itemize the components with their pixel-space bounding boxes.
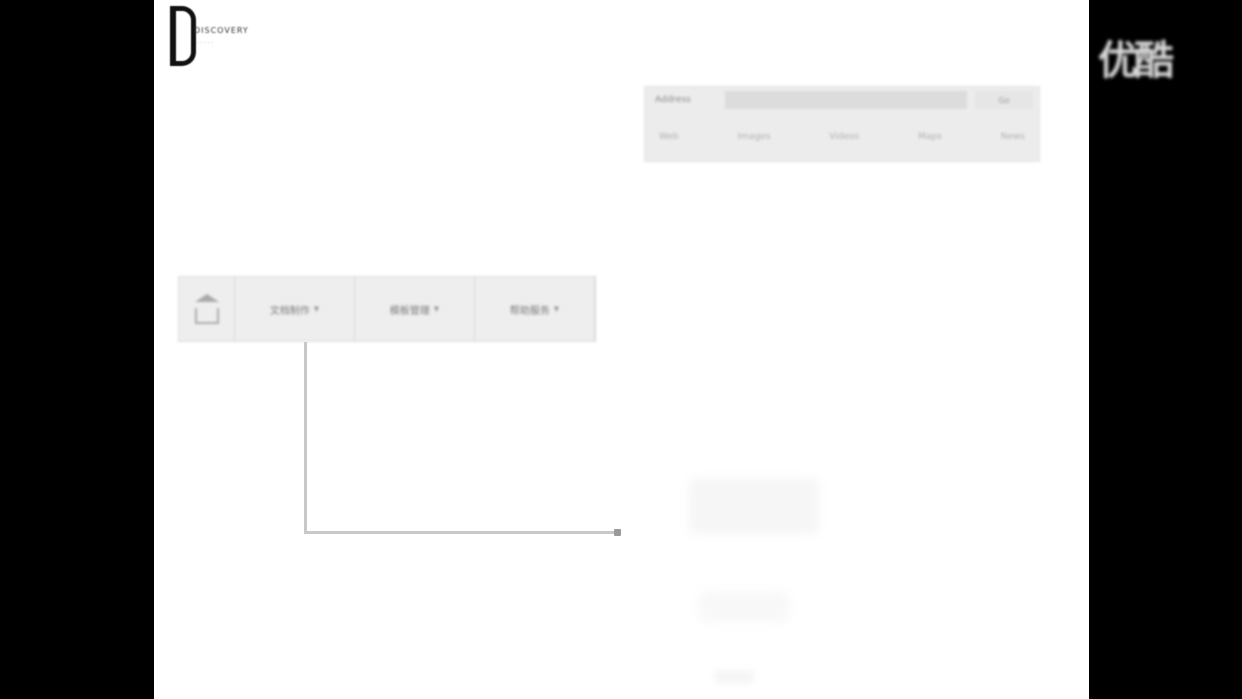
home-icon [194, 294, 219, 302]
callout-box [699, 592, 789, 622]
go-button[interactable]: Go [975, 91, 1033, 109]
connector-line-horizontal [304, 531, 618, 534]
address-link[interactable]: Images [738, 132, 771, 142]
tab-label: 文档制作 [269, 305, 310, 317]
slide-canvas: DISCOVERY · · · · · Address Go Web Image… [154, 0, 1089, 699]
callout-box [714, 670, 754, 684]
address-link[interactable]: Maps [918, 132, 942, 142]
logo-bracket-icon [170, 6, 196, 66]
address-link[interactable]: Web [659, 132, 679, 142]
home-button[interactable] [179, 277, 235, 341]
logo-subtext: · · · · · [196, 40, 214, 47]
tab-help[interactable]: 帮助服务 ▼ [475, 277, 595, 341]
tab-document[interactable]: 文档制作 ▼ [235, 277, 355, 341]
address-row: Address Go [645, 87, 1039, 113]
chevron-down-icon: ▼ [313, 305, 320, 313]
toolbar: 文档制作 ▼ 模板管理 ▼ 帮助服务 ▼ [178, 276, 596, 342]
tab-label: 帮助服务 [509, 305, 550, 317]
logo: DISCOVERY · · · · · [166, 4, 286, 72]
tab-label: 模板管理 [389, 305, 430, 317]
video-frame: DISCOVERY · · · · · Address Go Web Image… [0, 0, 1242, 699]
address-links-row: Web Images Videos Maps News [645, 117, 1039, 157]
address-link[interactable]: News [1001, 132, 1025, 142]
connector-endpoint [614, 529, 621, 536]
address-label: Address [655, 95, 691, 105]
home-icon-body [194, 308, 219, 324]
chevron-down-icon: ▼ [553, 305, 560, 313]
chevron-down-icon: ▼ [433, 305, 440, 313]
callout-box [689, 478, 819, 534]
logo-text: DISCOVERY [194, 26, 249, 35]
address-link[interactable]: Videos [829, 132, 859, 142]
watermark-logo: 优酷 [1098, 38, 1174, 84]
connector-line-vertical [304, 342, 307, 534]
address-input[interactable] [725, 91, 967, 109]
tab-templates[interactable]: 模板管理 ▼ [355, 277, 475, 341]
address-bar: Address Go Web Images Videos Maps News [644, 86, 1040, 162]
